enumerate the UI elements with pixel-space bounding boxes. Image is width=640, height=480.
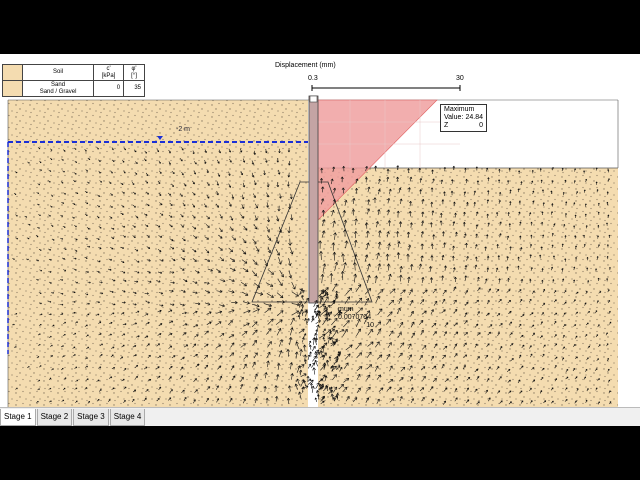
maximum-z: 0 xyxy=(479,122,483,129)
minimum-title: mum xyxy=(338,306,354,313)
friction-header: φ' [°] xyxy=(123,64,145,81)
displacement-min-label: 0.3 xyxy=(308,75,318,82)
minimum-tooltip: mum 0.0070704 10 xyxy=(338,306,374,332)
tab-stage-1[interactable]: Stage 1 xyxy=(0,409,36,426)
tab-stage-4[interactable]: Stage 4 xyxy=(109,409,146,426)
soil-cohesion: 0 xyxy=(93,80,125,97)
displacement-vector xyxy=(312,367,316,375)
soil-header: Soil xyxy=(21,64,95,81)
maximum-tooltip: Maximum Value: 24.84 Z 0 xyxy=(440,104,487,132)
soil-friction: 35 xyxy=(123,80,145,97)
displacement-vector xyxy=(308,344,312,350)
soil-swatch xyxy=(2,80,23,97)
maximum-z-label: Z xyxy=(444,122,449,129)
displacement-vector xyxy=(311,318,315,323)
displacement-vector xyxy=(311,362,316,368)
soil-swatch-header xyxy=(2,64,23,81)
stage-tab-bar: Stage 1 Stage 2 Stage 3 Stage 4 xyxy=(0,407,640,426)
displacement-title: Displacement (mm) xyxy=(275,62,336,69)
displacement-vector xyxy=(314,359,319,367)
soil-properties-table: Soil c' [kPa] φ' [°] Sand Sand / Gravel 0 3… xyxy=(2,64,145,97)
soil-region-left xyxy=(8,100,308,407)
tab-stage-2[interactable]: Stage 2 xyxy=(36,409,73,426)
displacement-vector xyxy=(311,345,316,352)
minimum-value: 0.0070704 xyxy=(338,314,372,321)
tab-stage-3[interactable]: Stage 3 xyxy=(73,409,109,426)
displacement-vector xyxy=(307,363,312,369)
soil-name: Sand Sand / Gravel xyxy=(21,80,95,97)
maximum-value-label: Value: xyxy=(444,114,464,121)
application-window: Soil c' [kPa] φ' [°] Sand Sand / Gravel 0 3… xyxy=(0,54,640,426)
sheet-pile-wall[interactable] xyxy=(308,95,319,304)
displacement-vector xyxy=(308,340,312,345)
displacement-vector xyxy=(311,385,315,393)
displacement-vector xyxy=(314,397,318,402)
water-level-label: -2 m xyxy=(176,126,190,133)
model-canvas[interactable] xyxy=(0,54,640,426)
maximum-title: Maximum xyxy=(444,106,475,113)
displacement-max-label: 30 xyxy=(456,75,464,82)
soil-row[interactable]: Sand Sand / Gravel 0 35 xyxy=(2,80,145,97)
displacement-vector xyxy=(313,310,317,316)
maximum-value: 24.84 xyxy=(465,114,483,121)
cohesion-header: c' [kPa] xyxy=(93,64,125,81)
minimum-z: 10 xyxy=(366,322,374,329)
